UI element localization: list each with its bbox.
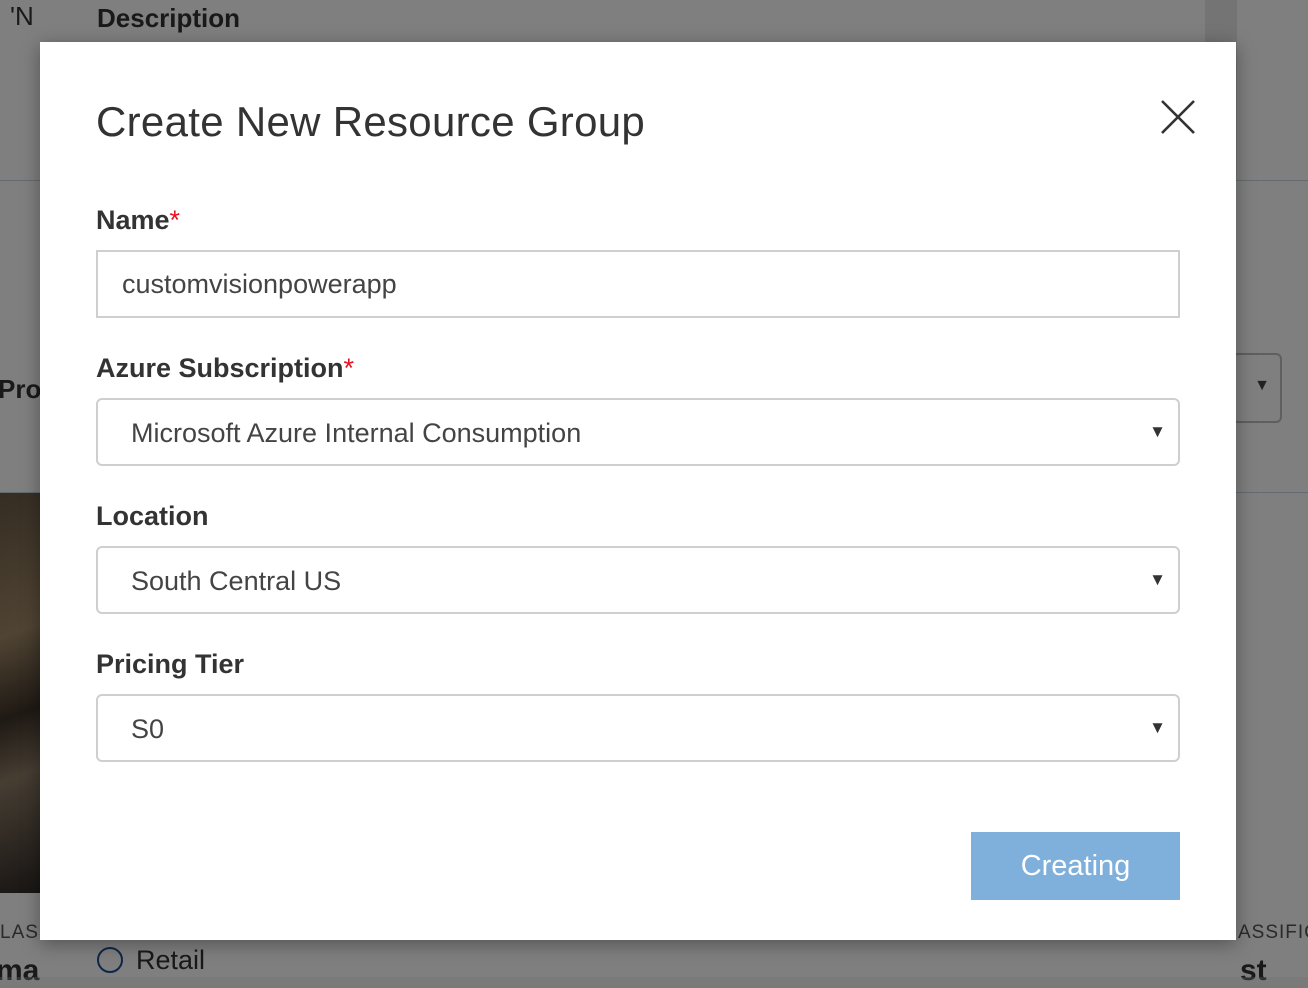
chevron-down-icon: ▼ [1149, 570, 1166, 589]
chevron-down-icon: ▼ [1149, 422, 1166, 441]
subscription-label-text: Azure Subscription [96, 353, 344, 383]
close-button[interactable] [1158, 97, 1198, 137]
pricing-tier-select[interactable]: S0 ▼ [96, 694, 1180, 762]
dialog-title: Create New Resource Group [96, 98, 646, 145]
create-resource-group-dialog: Create New Resource Group Name* Azure Su… [40, 42, 1236, 940]
name-input[interactable] [98, 252, 1178, 316]
name-label: Name* [96, 205, 180, 236]
subscription-select[interactable]: Microsoft Azure Internal Consumption ▼ [96, 398, 1180, 466]
name-field [96, 250, 1180, 318]
required-marker: * [169, 205, 181, 235]
chevron-down-icon: ▼ [1149, 718, 1166, 737]
creating-button[interactable]: Creating [971, 832, 1180, 900]
pricing-tier-selected-value: S0 [131, 714, 165, 744]
location-label: Location [96, 501, 209, 531]
close-icon [1161, 100, 1195, 134]
subscription-selected-value: Microsoft Azure Internal Consumption [131, 418, 582, 448]
pricing-tier-label: Pricing Tier [96, 649, 245, 679]
location-selected-value: South Central US [131, 566, 342, 596]
name-label-text: Name [96, 205, 170, 235]
required-marker: * [343, 353, 355, 383]
location-select[interactable]: South Central US ▼ [96, 546, 1180, 614]
subscription-label: Azure Subscription* [96, 353, 354, 384]
